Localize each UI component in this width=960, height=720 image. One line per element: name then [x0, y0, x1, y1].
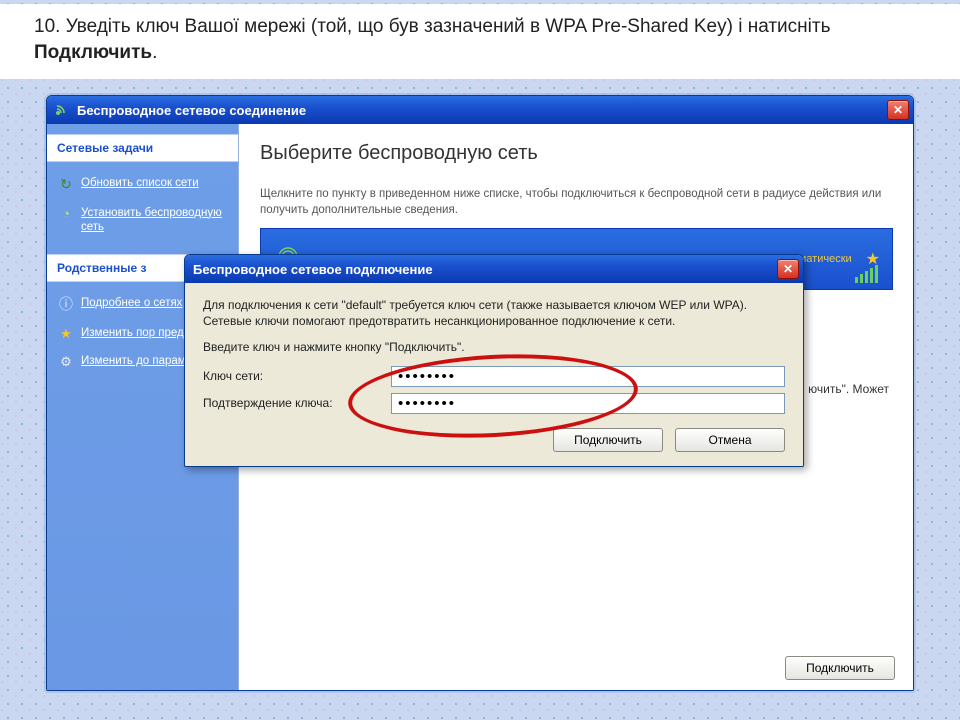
side-section-network-tasks: Сетевые задачи	[47, 134, 238, 162]
refresh-icon	[57, 176, 75, 194]
wireless-icon	[55, 103, 71, 117]
sidebar-item-refresh[interactable]: Обновить список сети	[55, 170, 232, 200]
key-dialog: Беспроводное сетевое подключение ✕ Для п…	[184, 254, 804, 467]
label-network-key: Ключ сети:	[203, 369, 391, 383]
label-confirm-key: Подтверждение ключа:	[203, 396, 391, 410]
star-icon	[57, 326, 75, 342]
antenna-icon	[57, 206, 75, 222]
wireless-window-title: Беспроводное сетевое соединение	[77, 103, 887, 118]
sidebar-item-label: Подробнее о сетях	[81, 296, 182, 310]
instruction-prefix: 10. Уведіть ключ Вашої мережі (той, що б…	[34, 16, 830, 37]
wireless-window-titlebar[interactable]: Беспроводное сетевое соединение ✕	[47, 96, 913, 124]
dialog-cancel-button[interactable]: Отмена	[675, 428, 785, 452]
instruction-text: 10. Уведіть ключ Вашої мережі (той, що б…	[0, 4, 960, 79]
input-confirm-key[interactable]	[391, 393, 785, 414]
instruction-bold: Подключить	[34, 42, 152, 63]
key-dialog-title: Беспроводное сетевое подключение	[193, 262, 777, 277]
dialog-text-1: Для подключения к сети "default" требует…	[203, 297, 785, 329]
main-heading: Выберите беспроводную сеть	[260, 142, 893, 165]
partial-obscured-text: ючить". Может	[808, 382, 889, 396]
main-connect-button[interactable]: Подключить	[785, 656, 895, 680]
input-network-key[interactable]	[391, 366, 785, 387]
info-icon	[57, 296, 75, 314]
gear-icon	[57, 354, 75, 370]
key-dialog-titlebar[interactable]: Беспроводное сетевое подключение ✕	[185, 255, 803, 283]
sidebar-item-label: Установить беспроводную сеть	[81, 206, 230, 235]
sidebar-item-label: Обновить список сети	[81, 176, 199, 190]
main-description: Щелкните по пункту в приведенном ниже сп…	[260, 187, 893, 218]
signal-bars-icon	[855, 263, 878, 283]
close-button[interactable]: ✕	[887, 100, 909, 120]
dialog-close-button[interactable]: ✕	[777, 259, 799, 279]
dialog-connect-button[interactable]: Подключить	[553, 428, 663, 452]
sidebar-item-setup-wireless[interactable]: Установить беспроводную сеть	[55, 200, 232, 241]
instruction-suffix: .	[152, 42, 157, 63]
dialog-text-2: Введите ключ и нажмите кнопку "Подключит…	[203, 339, 785, 355]
